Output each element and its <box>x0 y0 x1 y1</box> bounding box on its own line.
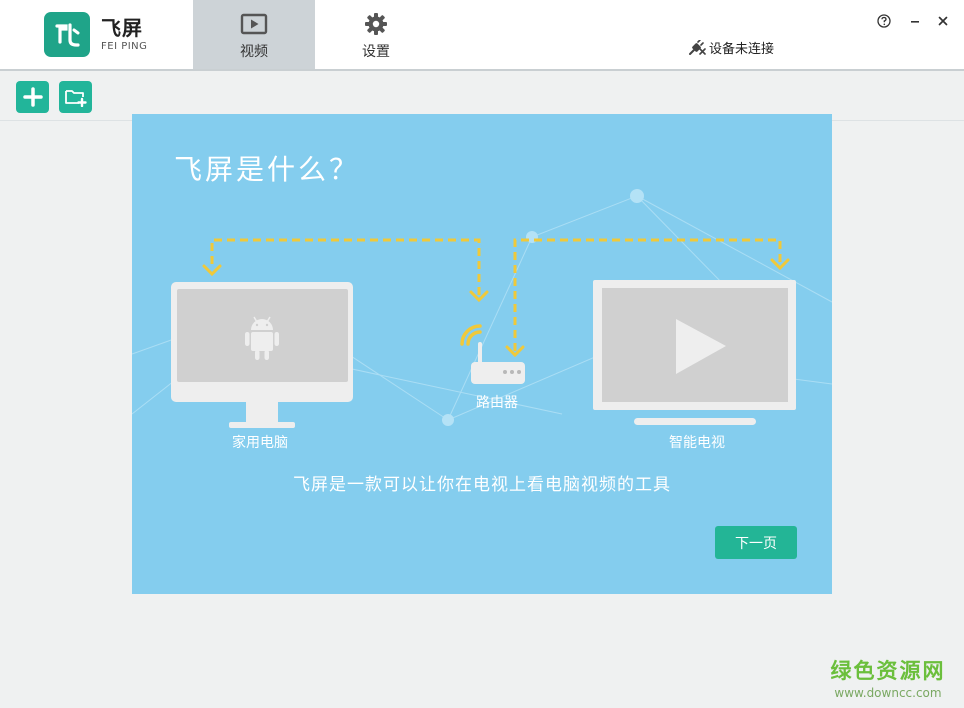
video-icon <box>240 13 268 35</box>
pc-monitor-illustration <box>171 282 353 428</box>
watermark-url: www.downcc.com <box>834 686 942 700</box>
add-folder-icon <box>64 90 87 107</box>
next-page-button[interactable]: 下一页 <box>715 526 797 559</box>
tv-illustration <box>593 280 796 425</box>
help-icon <box>877 14 891 28</box>
minimize-icon <box>911 21 919 23</box>
add-folder-button[interactable] <box>59 81 92 113</box>
tab-video[interactable]: 视频 <box>193 0 315 69</box>
connection-status-text: 设备未连接 <box>709 42 775 57</box>
watermark-name: 绿色资源网 <box>830 659 946 683</box>
connection-status: 设备未连接 <box>688 38 774 57</box>
brand-subtitle: FEI PING <box>101 41 148 52</box>
close-button[interactable] <box>934 12 952 30</box>
brand-name: 飞屏 <box>101 16 143 40</box>
intro-panel: 飞屏是什么？ 家用电脑 路由器 智能电视 飞屏是一款可以让你在电视上看电脑视频的… <box>132 114 832 594</box>
intro-description: 飞屏是一款可以让你在电视上看电脑视频的工具 <box>293 475 671 495</box>
fei-logo-icon <box>55 22 80 47</box>
pc-label: 家用电脑 <box>232 435 288 451</box>
tab-settings[interactable]: 设置 <box>315 0 437 69</box>
add-button[interactable] <box>16 81 49 113</box>
tab-video-label: 视频 <box>240 44 268 60</box>
close-icon <box>938 16 948 26</box>
add-icon <box>22 87 43 107</box>
disconnected-plug-icon <box>689 39 706 55</box>
intro-title: 飞屏是什么？ <box>174 153 361 186</box>
tab-settings-label: 设置 <box>362 44 390 60</box>
watermark: 绿色资源网 www.downcc.com <box>829 655 947 700</box>
router-label: 路由器 <box>476 395 518 411</box>
app-logo <box>44 12 90 57</box>
help-button[interactable] <box>875 12 893 30</box>
minimize-button[interactable] <box>906 12 924 30</box>
title-bar: 飞屏 FEI PING 视频 设置 设备未连接 <box>0 0 964 71</box>
tv-label: 智能电视 <box>669 435 725 451</box>
gear-icon <box>365 13 387 35</box>
